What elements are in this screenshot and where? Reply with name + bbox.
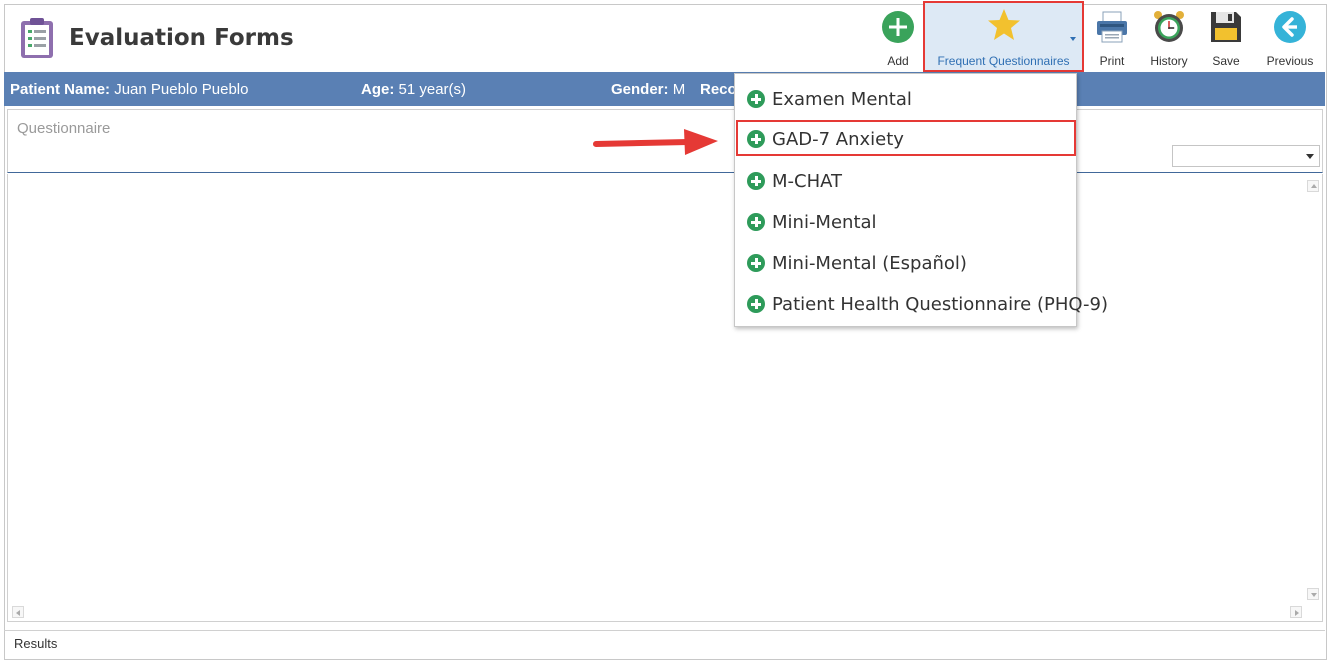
arrow-up-icon [1311,184,1317,188]
patient-record-label: Reco [700,81,737,98]
previous-button[interactable]: Previous [1263,4,1317,72]
previous-label: Previous [1266,54,1314,68]
patient-gender-value: M [672,81,686,98]
chevron-down-icon[interactable] [1070,37,1076,41]
frequent-questionnaires-menu: Examen Mental GAD-7 Anxiety M-CHAT Mini-… [734,73,1108,327]
menu-item-examen-mental[interactable]: Examen Mental [737,81,1074,117]
print-label: Print [1099,54,1125,68]
menu-item-label: Mini-Mental (Español) [772,253,967,274]
plus-circle-icon [747,90,765,108]
menu-item-phq-9[interactable]: Patient Health Questionnaire (PHQ-9) [737,286,1108,322]
patient-name-value: Juan Pueblo Pueblo [114,81,249,98]
patient-age-label: Age: [361,81,395,98]
alarm-clock-icon [1154,11,1184,42]
questionnaire-label: Questionnaire [17,120,111,137]
questionnaire-select[interactable] [1172,145,1320,167]
save-button[interactable]: Save [1204,4,1248,72]
menu-item-m-chat[interactable]: M-CHAT [737,163,1074,199]
plus-circle-icon [747,295,765,313]
frequent-questionnaires-button[interactable]: Frequent Questionnaires [923,1,1084,72]
scroll-up-button[interactable] [1307,180,1319,192]
patient-record-field: Reco [700,81,737,98]
menu-item-mini-mental-espanol[interactable]: Mini-Mental (Español) [737,245,1074,281]
menu-item-label: GAD-7 Anxiety [772,129,904,150]
back-arrow-icon [1274,11,1306,43]
patient-age-field: Age: 51 year(s) [361,81,466,98]
menu-item-mini-mental[interactable]: Mini-Mental [737,204,1074,240]
plus-circle-icon [747,130,765,148]
patient-name-label: Patient Name: [10,81,111,98]
menu-item-label: Examen Mental [772,89,912,110]
results-label: Results [14,636,58,651]
history-label: History [1150,54,1188,68]
menu-item-label: Mini-Mental [772,212,877,233]
menu-item-gad-7-anxiety[interactable]: GAD-7 Anxiety [736,120,1076,156]
results-section: Results [4,630,1325,659]
menu-item-label: M-CHAT [772,171,843,192]
scroll-left-button[interactable] [12,606,24,618]
arrow-right-icon [1295,610,1299,616]
app-icon [18,16,56,60]
printer-icon [1097,11,1127,43]
scroll-right-button[interactable] [1290,606,1302,618]
clipboard-list-icon [21,18,53,58]
floppy-disk-icon [1211,12,1241,42]
plus-circle-icon [882,11,914,43]
arrow-left-icon [16,610,20,616]
page-title: Evaluation Forms [69,25,294,51]
add-label: Add [887,54,909,68]
patient-name-field: Patient Name: Juan Pueblo Pueblo [10,81,248,98]
plus-circle-icon [747,254,765,272]
plus-circle-icon [747,213,765,231]
patient-info-bar: Patient Name: Juan Pueblo Pueblo Age: 51… [4,72,1325,106]
annotation-arrow-icon [593,129,718,155]
menu-item-label: Patient Health Questionnaire (PHQ-9) [772,294,1109,315]
star-icon [987,9,1020,40]
scroll-down-button[interactable] [1307,588,1319,600]
questionnaire-content-area [7,174,1323,622]
patient-gender-label: Gender: [611,81,669,98]
chevron-down-icon[interactable] [1306,154,1314,159]
patient-gender-field: Gender: M [611,81,685,98]
frequent-questionnaires-label: Frequent Questionnaires [937,54,1070,68]
history-button[interactable]: History [1146,4,1192,72]
arrow-down-icon [1311,593,1317,597]
patient-age-value: 51 year(s) [398,81,467,98]
plus-circle-icon [747,172,765,190]
save-label: Save [1212,54,1240,68]
add-button[interactable]: Add [876,4,920,72]
print-button[interactable]: Print [1091,4,1133,72]
